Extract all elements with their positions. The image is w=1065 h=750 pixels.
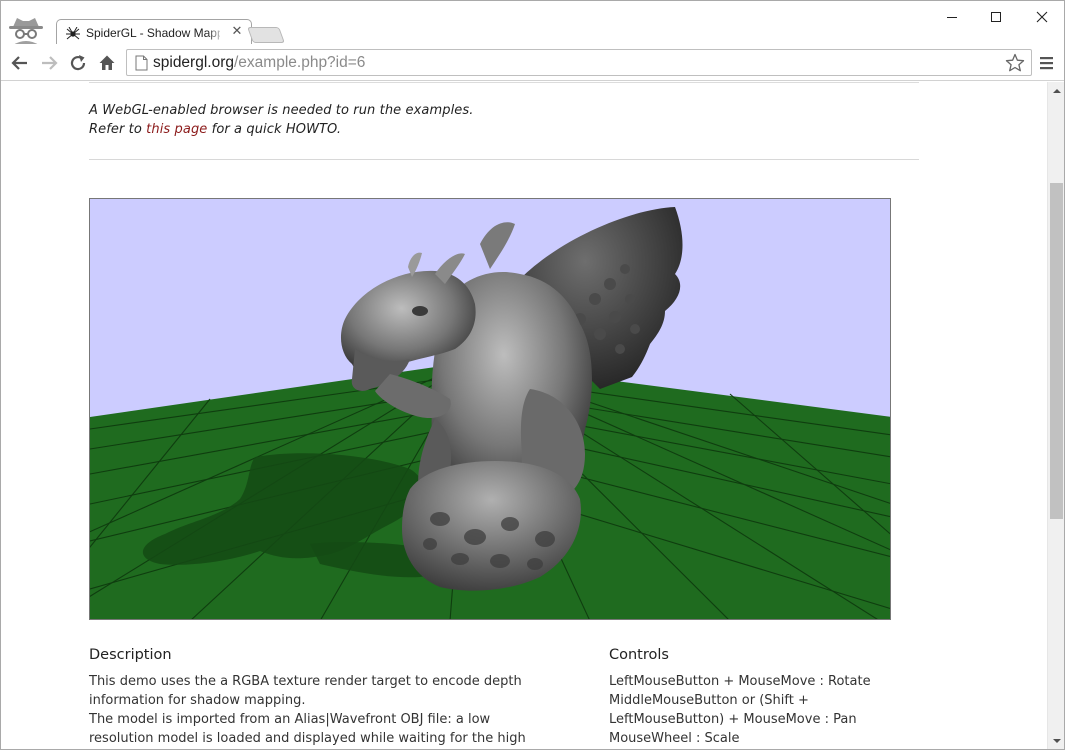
address-bar[interactable]: spidergl.org/example.php?id=6 xyxy=(126,49,1032,76)
forward-button[interactable] xyxy=(38,52,60,74)
notice-line-1: A WebGL-enabled browser is needed to run… xyxy=(89,103,474,118)
controls-line: LeftMouseButton) + MouseMove : Pan xyxy=(609,712,857,727)
controls-text: LeftMouseButton + MouseMove : Rotate Mid… xyxy=(609,672,871,748)
description-line: The model is imported from an Alias|Wave… xyxy=(89,712,491,727)
description-line: information for shadow mapping. xyxy=(89,693,306,708)
tab-active[interactable]: SpiderGL - Shadow Mapping ✕ xyxy=(56,19,252,46)
url-host: spidergl.org xyxy=(153,54,234,71)
minimize-button[interactable] xyxy=(929,5,975,29)
back-button[interactable] xyxy=(9,52,31,74)
description-line: This demo uses the a RGBA texture render… xyxy=(89,674,522,689)
description-line: resolution model is loaded and displayed… xyxy=(89,731,526,746)
new-tab-button[interactable] xyxy=(247,27,285,43)
window-close-icon xyxy=(1036,11,1048,23)
notice-line-2: Refer to this page for a quick HOWTO. xyxy=(89,120,474,139)
back-arrow-icon xyxy=(11,56,27,70)
controls-line: LeftMouseButton + MouseMove : Rotate xyxy=(609,674,871,689)
webgl-notice: A WebGL-enabled browser is needed to run… xyxy=(89,101,474,139)
url-text[interactable]: spidergl.org/example.php?id=6 xyxy=(153,54,365,72)
reload-button[interactable] xyxy=(67,52,89,74)
reload-icon xyxy=(70,55,86,71)
notice-text-before: Refer to xyxy=(89,122,147,137)
page-viewport: A WebGL-enabled browser is needed to run… xyxy=(1,82,1047,750)
incognito-icon xyxy=(7,15,45,45)
scrollbar-thumb[interactable] xyxy=(1050,183,1063,519)
description-text: This demo uses the a RGBA texture render… xyxy=(89,672,526,748)
top-divider xyxy=(89,82,919,83)
home-button[interactable] xyxy=(96,52,118,74)
forward-arrow-icon xyxy=(42,56,58,70)
browser-toolbar: spidergl.org/example.php?id=6 xyxy=(0,44,1065,81)
notice-text-after: for a quick HOWTO. xyxy=(207,122,342,137)
tab-title-fade xyxy=(207,23,225,43)
browser-titlebar: SpiderGL - Shadow Mapping ✕ xyxy=(0,0,1065,46)
scroll-down-icon xyxy=(1052,738,1061,743)
maximize-icon xyxy=(991,12,1001,22)
window-border xyxy=(0,0,1,750)
close-icon[interactable]: ✕ xyxy=(230,25,244,39)
controls-title: Controls xyxy=(609,647,669,663)
home-icon xyxy=(99,55,115,70)
star-icon[interactable] xyxy=(1004,52,1026,74)
url-path: /example.php?id=6 xyxy=(234,54,366,71)
scroll-up-button[interactable] xyxy=(1048,82,1065,99)
tab-title: SpiderGL - Shadow Mapping xyxy=(86,26,220,40)
window-close-button[interactable] xyxy=(1019,5,1065,29)
hamburger-menu-icon[interactable] xyxy=(1037,53,1057,73)
vertical-scrollbar[interactable] xyxy=(1047,82,1064,749)
controls-line: MouseWheel : Scale xyxy=(609,731,740,746)
maximize-button[interactable] xyxy=(973,5,1019,29)
page-icon xyxy=(135,55,148,71)
controls-line: MiddleMouseButton or (Shift + xyxy=(609,693,809,708)
divider xyxy=(89,159,919,160)
minimize-icon xyxy=(947,17,957,18)
webgl-canvas[interactable] xyxy=(89,198,891,620)
shadow-mapping-scene xyxy=(90,199,890,619)
scroll-up-icon xyxy=(1052,88,1061,93)
spider-icon xyxy=(66,26,80,40)
howto-link[interactable]: this page xyxy=(146,122,207,137)
scroll-down-button[interactable] xyxy=(1048,732,1065,749)
description-title: Description xyxy=(89,647,172,663)
